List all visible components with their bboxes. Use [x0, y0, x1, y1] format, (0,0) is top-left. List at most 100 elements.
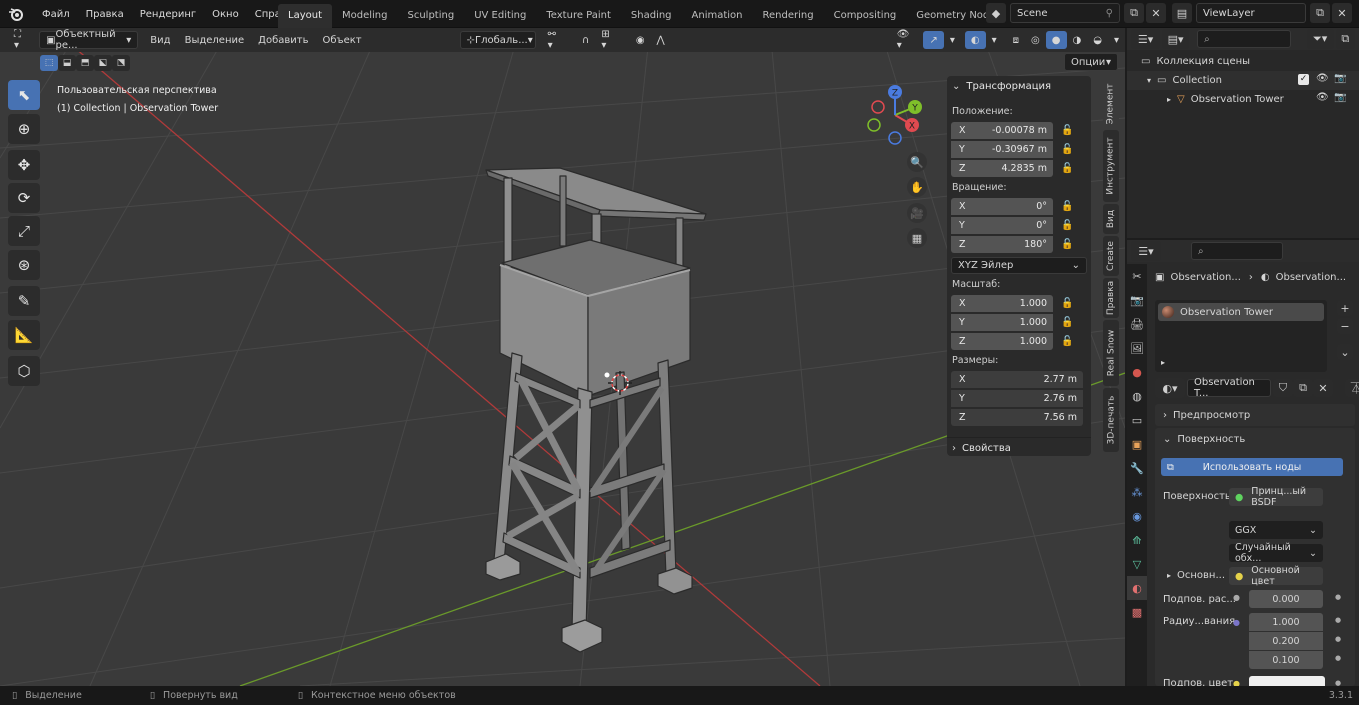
- link-type-icon[interactable]: ⏄▾: [1345, 379, 1359, 397]
- tab-create[interactable]: Create: [1103, 236, 1119, 276]
- rotation-y-field[interactable]: Y 0°: [951, 217, 1053, 234]
- rotation-x-field[interactable]: X 0°: [951, 198, 1053, 215]
- lock-icon[interactable]: 🔓: [1061, 144, 1073, 155]
- rotation-z-field[interactable]: Z 180°: [951, 236, 1053, 253]
- collection-tab-icon[interactable]: ▭: [1127, 408, 1147, 432]
- texture-tab-icon[interactable]: ▩: [1127, 600, 1147, 624]
- measure-tool-icon[interactable]: 📐: [8, 320, 40, 350]
- menu-file[interactable]: Файл: [34, 9, 78, 20]
- base-color-label-row[interactable]: ▸ Основн...: [1167, 570, 1225, 581]
- dimensions-z-field[interactable]: Z 7.56 m: [951, 409, 1083, 426]
- material-tab-icon[interactable]: ◐: [1127, 576, 1147, 600]
- menu-view[interactable]: Вид: [144, 31, 177, 49]
- select-extend-icon[interactable]: ⬓: [58, 55, 76, 71]
- subsurface-method-dropdown[interactable]: Случайный обх... ⌄: [1229, 542, 1323, 564]
- material-slot-item[interactable]: Observation Tower: [1158, 303, 1324, 321]
- scale-y-field[interactable]: Y 1.000: [951, 314, 1053, 331]
- shading-solid-icon[interactable]: ●: [1045, 31, 1067, 49]
- select-intersect-icon[interactable]: ⬔: [112, 55, 130, 71]
- shading-dropdown[interactable]: ▾: [1107, 31, 1125, 49]
- keyframe-icon[interactable]: ●: [1335, 654, 1341, 662]
- editor-type-button[interactable]: ☰▾: [1131, 241, 1161, 261]
- subsurface-field[interactable]: 0.000: [1249, 590, 1323, 608]
- menu-render[interactable]: Рендеринг: [132, 9, 204, 20]
- visibility-button[interactable]: 👁 ▾: [890, 29, 924, 51]
- material-slots-list[interactable]: Observation Tower ▸: [1155, 300, 1327, 372]
- slot-menu-icon[interactable]: ⌄: [1337, 344, 1353, 360]
- tab-layout[interactable]: Layout: [278, 4, 332, 28]
- lock-icon[interactable]: 🔓: [1061, 317, 1073, 328]
- pin-icon[interactable]: ⚲: [1106, 8, 1113, 19]
- filter-icon[interactable]: ⏷▾: [1306, 29, 1334, 49]
- tab-compositing[interactable]: Compositing: [824, 4, 907, 28]
- pan-hand-icon[interactable]: ✋: [907, 177, 927, 197]
- tab-uv-editing[interactable]: UV Editing: [464, 4, 536, 28]
- new-viewlayer-icon[interactable]: ⧉: [1310, 3, 1330, 23]
- camera-icon[interactable]: 📷: [1334, 73, 1346, 84]
- view-layer-tab-icon[interactable]: 🖼: [1127, 336, 1147, 360]
- keyframe-icon[interactable]: ●: [1335, 616, 1341, 624]
- keyframe-icon[interactable]: ●: [1335, 593, 1341, 601]
- tab-item[interactable]: Элемент: [1103, 80, 1119, 128]
- blender-logo-icon[interactable]: [8, 6, 24, 22]
- distribution-dropdown[interactable]: GGX ⌄: [1229, 521, 1323, 539]
- rotation-mode-dropdown[interactable]: XYZ Эйлер ⌄: [951, 257, 1087, 274]
- tab-modeling[interactable]: Modeling: [332, 4, 398, 28]
- checkbox-icon[interactable]: ✓: [1298, 74, 1309, 85]
- viewlayer-field[interactable]: ViewLayer: [1196, 3, 1306, 23]
- lock-icon[interactable]: 🔓: [1061, 220, 1073, 231]
- scale-x-field[interactable]: X 1.000: [951, 295, 1053, 312]
- radius-x-field[interactable]: 1.000: [1249, 613, 1323, 631]
- subsurface-color-swatch[interactable]: [1249, 676, 1325, 686]
- particles-tab-icon[interactable]: ⁂: [1127, 480, 1147, 504]
- transform-tool-icon[interactable]: ⊛: [8, 250, 40, 280]
- select-subtract-icon[interactable]: ⬒: [76, 55, 94, 71]
- scale-tool-icon[interactable]: ⤢: [8, 216, 40, 246]
- shading-rendered-icon[interactable]: ◒: [1087, 31, 1108, 49]
- use-nodes-button[interactable]: ⧉ Использовать ноды: [1161, 458, 1343, 476]
- navigation-gizmo[interactable]: X Y Z: [860, 80, 930, 150]
- orientation-dropdown[interactable]: ⊹ Глобаль... ▾: [459, 31, 536, 49]
- scene-tab-icon[interactable]: ●: [1127, 360, 1147, 384]
- world-tab-icon[interactable]: ◍: [1127, 384, 1147, 408]
- browse-material-icon[interactable]: ◐▾: [1155, 378, 1185, 398]
- add-cube-tool-icon[interactable]: ⬡: [8, 356, 40, 386]
- radius-z-field[interactable]: 0.100: [1249, 651, 1323, 669]
- fake-user-icon[interactable]: ⛉: [1273, 379, 1293, 397]
- viewlayer-icon[interactable]: ▤: [1172, 3, 1192, 23]
- camera-view-icon[interactable]: 🎥: [907, 203, 927, 223]
- properties-panel-header[interactable]: › Свойства: [947, 437, 1091, 459]
- tab-tool[interactable]: Инструмент: [1103, 130, 1119, 202]
- tool-tab-icon[interactable]: ✂: [1127, 264, 1147, 288]
- scene-field[interactable]: Scene ⚲: [1010, 3, 1120, 23]
- overlays-dropdown[interactable]: ▾: [985, 31, 1003, 49]
- remove-slot-icon[interactable]: −: [1337, 318, 1353, 334]
- lock-icon[interactable]: 🔓: [1061, 336, 1073, 347]
- dimensions-y-field[interactable]: Y 2.76 m: [951, 390, 1083, 407]
- falloff-icon[interactable]: ⋀: [650, 31, 671, 49]
- mode-dropdown[interactable]: ▣ Объектный ре... ▾: [39, 29, 139, 51]
- base-color-field[interactable]: ● Основной цвет: [1229, 565, 1323, 587]
- physics-tab-icon[interactable]: ◉: [1127, 504, 1147, 528]
- rotate-tool-icon[interactable]: ⟳: [8, 183, 40, 213]
- select-invert-icon[interactable]: ⬕: [94, 55, 112, 71]
- tab-animation[interactable]: Animation: [682, 4, 753, 28]
- new-scene-icon[interactable]: ⧉: [1124, 3, 1144, 23]
- delete-scene-icon[interactable]: ✕: [1146, 3, 1166, 23]
- socket-icon[interactable]: ●: [1233, 618, 1240, 627]
- menu-window[interactable]: Окно: [204, 9, 247, 20]
- properties-search-input[interactable]: ⌕: [1191, 242, 1283, 260]
- gizmo-toggle-icon[interactable]: ↗: [923, 31, 944, 49]
- options-dropdown[interactable]: Опции ▾: [1064, 53, 1118, 71]
- data-tab-icon[interactable]: ▽: [1127, 552, 1147, 576]
- outliner-row-object[interactable]: ▸ ▽ Observation Tower 👁 📷: [1127, 90, 1359, 109]
- eye-icon[interactable]: 👁: [1316, 92, 1329, 103]
- eye-icon[interactable]: 👁: [1316, 73, 1329, 84]
- select-new-icon[interactable]: ⬚: [40, 55, 58, 71]
- chevron-right-icon[interactable]: ▸: [1161, 358, 1165, 367]
- surface-panel-header[interactable]: ⌄ Поверхность: [1155, 428, 1355, 450]
- move-tool-icon[interactable]: ✥: [8, 150, 40, 180]
- shading-material-icon[interactable]: ◑: [1066, 31, 1088, 49]
- 3d-viewport[interactable]: ⛶ ▾ ▣ Объектный ре... ▾ Вид Выделение До…: [0, 28, 1125, 686]
- add-slot-icon[interactable]: +: [1337, 300, 1353, 316]
